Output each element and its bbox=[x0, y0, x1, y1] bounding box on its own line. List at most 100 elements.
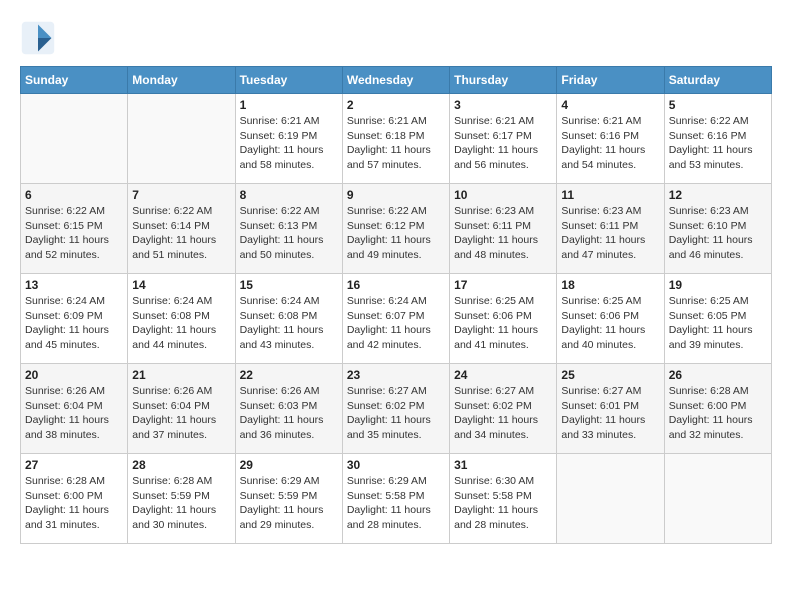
calendar-cell: 16 Sunrise: 6:24 AM Sunset: 6:07 PM Dayli… bbox=[342, 274, 449, 364]
calendar-cell bbox=[557, 454, 664, 544]
cell-day-number: 22 bbox=[240, 368, 338, 382]
calendar-cell: 24 Sunrise: 6:27 AM Sunset: 6:02 PM Dayli… bbox=[450, 364, 557, 454]
cell-day-number: 23 bbox=[347, 368, 445, 382]
cell-day-number: 24 bbox=[454, 368, 552, 382]
calendar-cell: 30Sunrise: 6:29 AM Sunset: 5:58 PM Dayli… bbox=[342, 454, 449, 544]
cell-day-number: 16 bbox=[347, 278, 445, 292]
calendar-cell: 14 Sunrise: 6:24 AM Sunset: 6:08 PM Dayli… bbox=[128, 274, 235, 364]
cell-day-info: Sunrise: 6:23 AM Sunset: 6:10 PM Dayligh… bbox=[669, 204, 767, 263]
calendar-cell: 28Sunrise: 6:28 AM Sunset: 5:59 PM Dayli… bbox=[128, 454, 235, 544]
calendar-cell: 19 Sunrise: 6:25 AM Sunset: 6:05 PM Dayli… bbox=[664, 274, 771, 364]
cell-day-info: Sunrise: 6:26 AM Sunset: 6:04 PM Dayligh… bbox=[132, 384, 230, 443]
calendar-cell: 9 Sunrise: 6:22 AM Sunset: 6:12 PM Daylig… bbox=[342, 184, 449, 274]
cell-day-info: Sunrise: 6:28 AM Sunset: 6:00 PM Dayligh… bbox=[25, 474, 123, 533]
cell-day-info: Sunrise: 6:24 AM Sunset: 6:08 PM Dayligh… bbox=[132, 294, 230, 353]
cell-day-number: 26 bbox=[669, 368, 767, 382]
calendar-cell: 25Sunrise: 6:27 AM Sunset: 6:01 PM Dayli… bbox=[557, 364, 664, 454]
cell-day-info: Sunrise: 6:21 AM Sunset: 6:17 PM Dayligh… bbox=[454, 114, 552, 173]
cell-day-info: Sunrise: 6:23 AM Sunset: 6:11 PM Dayligh… bbox=[454, 204, 552, 263]
calendar-cell: 1 Sunrise: 6:21 AM Sunset: 6:19 PM Daylig… bbox=[235, 94, 342, 184]
cell-day-number: 25 bbox=[561, 368, 659, 382]
cell-day-number: 15 bbox=[240, 278, 338, 292]
cell-day-info: Sunrise: 6:22 AM Sunset: 6:16 PM Dayligh… bbox=[669, 114, 767, 173]
cell-day-info: Sunrise: 6:27 AM Sunset: 6:02 PM Dayligh… bbox=[454, 384, 552, 443]
calendar-cell: 17Sunrise: 6:25 AM Sunset: 6:06 PM Dayli… bbox=[450, 274, 557, 364]
cell-day-info: Sunrise: 6:24 AM Sunset: 6:09 PM Dayligh… bbox=[25, 294, 123, 353]
day-of-week-header: Tuesday bbox=[235, 67, 342, 94]
cell-day-number: 13 bbox=[25, 278, 123, 292]
calendar-cell: 7 Sunrise: 6:22 AM Sunset: 6:14 PM Daylig… bbox=[128, 184, 235, 274]
cell-day-number: 14 bbox=[132, 278, 230, 292]
calendar-cell: 12Sunrise: 6:23 AM Sunset: 6:10 PM Dayli… bbox=[664, 184, 771, 274]
calendar-cell: 10 Sunrise: 6:23 AM Sunset: 6:11 PM Dayli… bbox=[450, 184, 557, 274]
logo-icon bbox=[20, 20, 56, 56]
cell-day-number: 21 bbox=[132, 368, 230, 382]
cell-day-info: Sunrise: 6:22 AM Sunset: 6:14 PM Dayligh… bbox=[132, 204, 230, 263]
calendar-cell: 29 Sunrise: 6:29 AM Sunset: 5:59 PM Dayli… bbox=[235, 454, 342, 544]
cell-day-info: Sunrise: 6:24 AM Sunset: 6:08 PM Dayligh… bbox=[240, 294, 338, 353]
calendar-cell: 23 Sunrise: 6:27 AM Sunset: 6:02 PM Dayli… bbox=[342, 364, 449, 454]
calendar-cell: 22 Sunrise: 6:26 AM Sunset: 6:03 PM Dayli… bbox=[235, 364, 342, 454]
day-of-week-header: Wednesday bbox=[342, 67, 449, 94]
calendar-cell: 31 Sunrise: 6:30 AM Sunset: 5:58 PM Dayli… bbox=[450, 454, 557, 544]
calendar-table: SundayMondayTuesdayWednesdayThursdayFrid… bbox=[20, 66, 772, 544]
cell-day-number: 17 bbox=[454, 278, 552, 292]
cell-day-number: 20 bbox=[25, 368, 123, 382]
calendar-cell: 15 Sunrise: 6:24 AM Sunset: 6:08 PM Dayli… bbox=[235, 274, 342, 364]
cell-day-number: 5 bbox=[669, 98, 767, 112]
cell-day-info: Sunrise: 6:24 AM Sunset: 6:07 PM Dayligh… bbox=[347, 294, 445, 353]
cell-day-info: Sunrise: 6:21 AM Sunset: 6:18 PM Dayligh… bbox=[347, 114, 445, 173]
cell-day-number: 31 bbox=[454, 458, 552, 472]
cell-day-info: Sunrise: 6:22 AM Sunset: 6:13 PM Dayligh… bbox=[240, 204, 338, 263]
page-header bbox=[20, 20, 772, 56]
calendar-cell: 20 Sunrise: 6:26 AM Sunset: 6:04 PM Dayli… bbox=[21, 364, 128, 454]
cell-day-info: Sunrise: 6:28 AM Sunset: 5:59 PM Dayligh… bbox=[132, 474, 230, 533]
calendar-cell: 13 Sunrise: 6:24 AM Sunset: 6:09 PM Dayli… bbox=[21, 274, 128, 364]
cell-day-number: 7 bbox=[132, 188, 230, 202]
cell-day-number: 4 bbox=[561, 98, 659, 112]
cell-day-number: 29 bbox=[240, 458, 338, 472]
cell-day-number: 10 bbox=[454, 188, 552, 202]
calendar-cell: 2 Sunrise: 6:21 AM Sunset: 6:18 PM Daylig… bbox=[342, 94, 449, 184]
calendar-week-row: 20 Sunrise: 6:26 AM Sunset: 6:04 PM Dayli… bbox=[21, 364, 772, 454]
cell-day-number: 27 bbox=[25, 458, 123, 472]
cell-day-info: Sunrise: 6:26 AM Sunset: 6:03 PM Dayligh… bbox=[240, 384, 338, 443]
calendar-cell: 4 Sunrise: 6:21 AM Sunset: 6:16 PM Daylig… bbox=[557, 94, 664, 184]
cell-day-info: Sunrise: 6:21 AM Sunset: 6:19 PM Dayligh… bbox=[240, 114, 338, 173]
calendar-cell bbox=[664, 454, 771, 544]
cell-day-number: 19 bbox=[669, 278, 767, 292]
calendar-cell: 6Sunrise: 6:22 AM Sunset: 6:15 PM Daylig… bbox=[21, 184, 128, 274]
cell-day-number: 2 bbox=[347, 98, 445, 112]
cell-day-number: 18 bbox=[561, 278, 659, 292]
cell-day-info: Sunrise: 6:29 AM Sunset: 5:59 PM Dayligh… bbox=[240, 474, 338, 533]
calendar-cell bbox=[128, 94, 235, 184]
calendar-cell: 5 Sunrise: 6:22 AM Sunset: 6:16 PM Daylig… bbox=[664, 94, 771, 184]
cell-day-info: Sunrise: 6:21 AM Sunset: 6:16 PM Dayligh… bbox=[561, 114, 659, 173]
cell-day-number: 9 bbox=[347, 188, 445, 202]
cell-day-number: 8 bbox=[240, 188, 338, 202]
cell-day-info: Sunrise: 6:23 AM Sunset: 6:11 PM Dayligh… bbox=[561, 204, 659, 263]
calendar-cell: 3 Sunrise: 6:21 AM Sunset: 6:17 PM Daylig… bbox=[450, 94, 557, 184]
calendar-header-row: SundayMondayTuesdayWednesdayThursdayFrid… bbox=[21, 67, 772, 94]
day-of-week-header: Monday bbox=[128, 67, 235, 94]
cell-day-info: Sunrise: 6:25 AM Sunset: 6:05 PM Dayligh… bbox=[669, 294, 767, 353]
calendar-cell: 27 Sunrise: 6:28 AM Sunset: 6:00 PM Dayli… bbox=[21, 454, 128, 544]
cell-day-number: 3 bbox=[454, 98, 552, 112]
cell-day-info: Sunrise: 6:27 AM Sunset: 6:02 PM Dayligh… bbox=[347, 384, 445, 443]
cell-day-info: Sunrise: 6:28 AM Sunset: 6:00 PM Dayligh… bbox=[669, 384, 767, 443]
cell-day-info: Sunrise: 6:22 AM Sunset: 6:12 PM Dayligh… bbox=[347, 204, 445, 263]
day-of-week-header: Saturday bbox=[664, 67, 771, 94]
calendar-cell: 18 Sunrise: 6:25 AM Sunset: 6:06 PM Dayli… bbox=[557, 274, 664, 364]
cell-day-number: 1 bbox=[240, 98, 338, 112]
cell-day-number: 6 bbox=[25, 188, 123, 202]
cell-day-info: Sunrise: 6:30 AM Sunset: 5:58 PM Dayligh… bbox=[454, 474, 552, 533]
cell-day-info: Sunrise: 6:26 AM Sunset: 6:04 PM Dayligh… bbox=[25, 384, 123, 443]
calendar-week-row: 13 Sunrise: 6:24 AM Sunset: 6:09 PM Dayli… bbox=[21, 274, 772, 364]
calendar-cell bbox=[21, 94, 128, 184]
logo bbox=[20, 20, 60, 56]
day-of-week-header: Friday bbox=[557, 67, 664, 94]
day-of-week-header: Sunday bbox=[21, 67, 128, 94]
cell-day-number: 30 bbox=[347, 458, 445, 472]
calendar-cell: 11Sunrise: 6:23 AM Sunset: 6:11 PM Dayli… bbox=[557, 184, 664, 274]
cell-day-info: Sunrise: 6:25 AM Sunset: 6:06 PM Dayligh… bbox=[561, 294, 659, 353]
